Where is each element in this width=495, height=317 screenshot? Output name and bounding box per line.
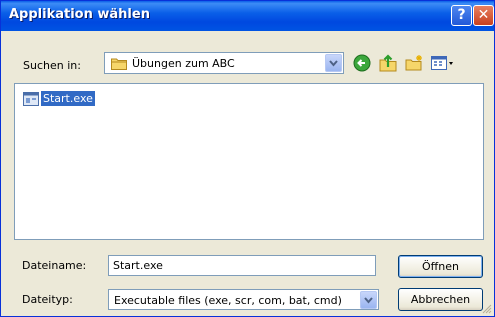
cancel-button[interactable]: Abbrechen [398,288,483,311]
open-button[interactable]: Öffnen [398,255,483,278]
new-folder-icon[interactable] [404,53,424,73]
lookin-value: Übungen zum ABC [132,57,235,70]
filetype-value: Executable files (exe, scr, com, bat, cm… [114,294,342,307]
lookin-dropdown-arrow[interactable] [325,54,342,72]
help-button[interactable]: ? [451,5,472,26]
view-menu-icon[interactable] [430,53,456,73]
file-label: Start.exe [41,91,95,106]
help-icon: ? [457,7,466,23]
close-icon: ✕ [477,7,490,23]
chevron-down-icon [329,60,338,67]
title-bar[interactable]: Applikation wählen ? ✕ [1,1,494,31]
filename-label: Dateiname: [22,259,87,272]
dialog-window: Applikation wählen ? ✕ Suchen in: Übunge… [0,0,495,317]
window-title: Applikation wählen [9,7,150,22]
folder-icon [111,58,127,70]
filename-input[interactable] [108,255,376,276]
back-icon[interactable] [352,53,372,73]
resize-grip-icon[interactable] [482,304,492,314]
lookin-dropdown[interactable]: Übungen zum ABC [104,52,344,74]
filetype-dropdown-arrow[interactable] [360,291,377,309]
executable-icon [23,92,39,106]
filetype-dropdown[interactable]: Executable files (exe, scr, com, bat, cm… [108,289,379,310]
lookin-label: Suchen in: [23,59,81,72]
filetype-label: Dateityp: [22,293,73,306]
close-button[interactable]: ✕ [473,5,494,26]
file-list[interactable]: Start.exe [14,83,484,240]
up-folder-icon[interactable] [378,53,398,73]
chevron-down-icon [364,297,373,304]
